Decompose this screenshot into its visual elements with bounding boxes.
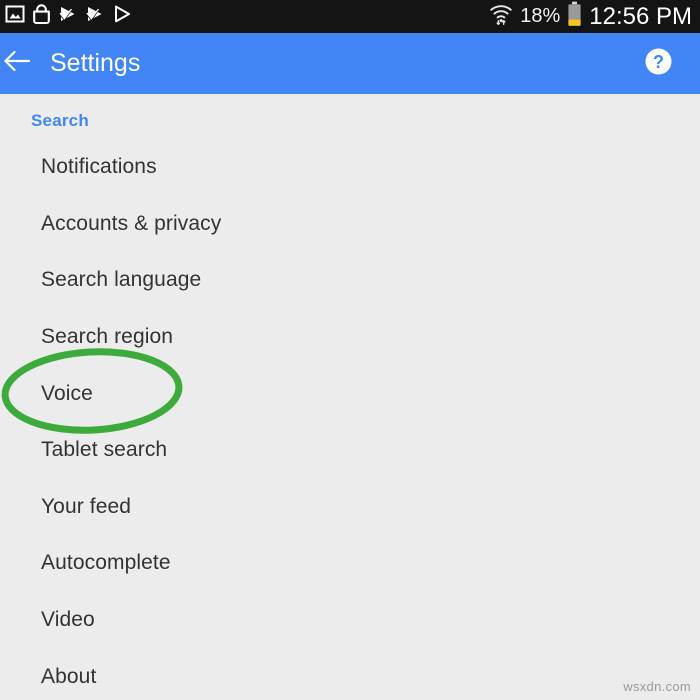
- app-bar: Settings ?: [0, 33, 700, 94]
- settings-item-autocomplete[interactable]: Autocomplete: [0, 535, 700, 592]
- arrow-left-icon: [3, 48, 31, 79]
- list-item-label: Your feed: [41, 494, 132, 518]
- status-bar-left-icons: [5, 3, 132, 30]
- settings-item-notifications[interactable]: Notifications: [0, 139, 700, 196]
- settings-list: Notifications Accounts & privacy Search …: [0, 139, 700, 700]
- shopping-bag-icon: [32, 3, 51, 30]
- screenshot-icon: [5, 4, 25, 29]
- battery-low-icon: [567, 1, 582, 32]
- list-item-label: Voice: [41, 381, 93, 405]
- status-bar: 18% 12:56 PM: [0, 0, 700, 33]
- play-store-installed-icon-2: [85, 4, 105, 29]
- battery-percentage: 18%: [520, 5, 561, 27]
- list-item-label: Autocomplete: [41, 551, 171, 575]
- settings-item-search-region[interactable]: Search region: [0, 309, 700, 366]
- play-store-icon: [112, 4, 132, 29]
- help-circle-icon: ?: [644, 47, 673, 81]
- settings-content: Search Notifications Accounts & privacy …: [0, 94, 700, 700]
- settings-item-accounts-privacy[interactable]: Accounts & privacy: [0, 196, 700, 253]
- settings-item-your-feed[interactable]: Your feed: [0, 479, 700, 536]
- status-bar-right-icons: 18% 12:56 PM: [489, 1, 692, 32]
- back-button[interactable]: [0, 36, 45, 92]
- list-item-label: Video: [41, 608, 95, 632]
- svg-text:?: ?: [653, 52, 664, 72]
- list-item-label: About: [41, 664, 97, 688]
- watermark: wsxdn.com: [623, 679, 691, 694]
- section-header-search: Search: [31, 111, 89, 130]
- help-button[interactable]: ?: [638, 44, 678, 84]
- list-item-label: Tablet search: [41, 438, 168, 462]
- settings-item-video[interactable]: Video: [0, 592, 700, 649]
- settings-item-voice[interactable]: Voice: [0, 365, 700, 422]
- list-item-label: Search region: [41, 325, 174, 349]
- wifi-with-transfer-arrows-icon: [489, 2, 513, 31]
- list-item-label: Search language: [41, 268, 202, 292]
- settings-item-tablet-search[interactable]: Tablet search: [0, 422, 700, 479]
- list-item-label: Notifications: [41, 155, 157, 179]
- settings-item-about[interactable]: About: [0, 648, 700, 700]
- settings-item-search-language[interactable]: Search language: [0, 252, 700, 309]
- page-title: Settings: [50, 49, 141, 77]
- android-settings-screen: 18% 12:56 PM Settings ? Search Notificat…: [0, 0, 700, 700]
- status-bar-clock: 12:56 PM: [589, 2, 692, 30]
- play-store-installed-icon: [58, 4, 78, 29]
- list-item-label: Accounts & privacy: [41, 211, 222, 235]
